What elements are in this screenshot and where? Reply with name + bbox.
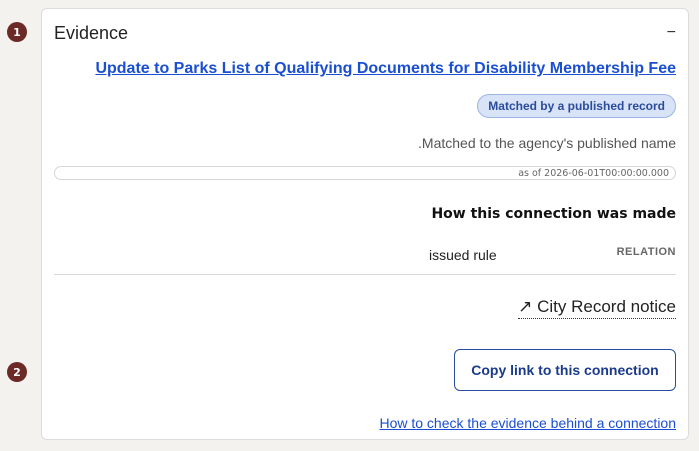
step-marker-1: 1 (7, 22, 27, 42)
as-of-timestamp: as of 2026-06-01T00:00:00.000 (518, 167, 669, 179)
panel-header: Evidence − (54, 21, 676, 45)
notice-link-label: City Record notice (537, 297, 676, 316)
city-record-notice-link[interactable]: ↗ City Record notice (518, 296, 676, 319)
match-note: .Matched to the agency's published name (418, 135, 676, 151)
match-status-badge: Matched by a published record (477, 94, 676, 118)
relation-value: issued rule (429, 247, 497, 263)
as-of-bar: as of 2026-06-01T00:00:00.000 (54, 166, 676, 180)
evidence-help-link[interactable]: How to check the evidence behind a conne… (379, 415, 676, 431)
step-marker-2: 2 (7, 362, 27, 382)
copy-link-button[interactable]: Copy link to this connection (454, 349, 676, 391)
record-link[interactable]: Update to Parks List of Qualifying Docum… (95, 60, 676, 78)
minus-icon[interactable]: − (667, 24, 676, 42)
divider (54, 274, 676, 275)
panel-title: Evidence (54, 22, 129, 43)
evidence-panel: Evidence − Update to Parks List of Quali… (41, 8, 689, 440)
left-gutter (0, 0, 33, 451)
relation-label: RELATION (616, 246, 676, 258)
how-connection-heading: How this connection was made (431, 206, 676, 222)
external-arrow-icon: ↗ (518, 297, 533, 316)
